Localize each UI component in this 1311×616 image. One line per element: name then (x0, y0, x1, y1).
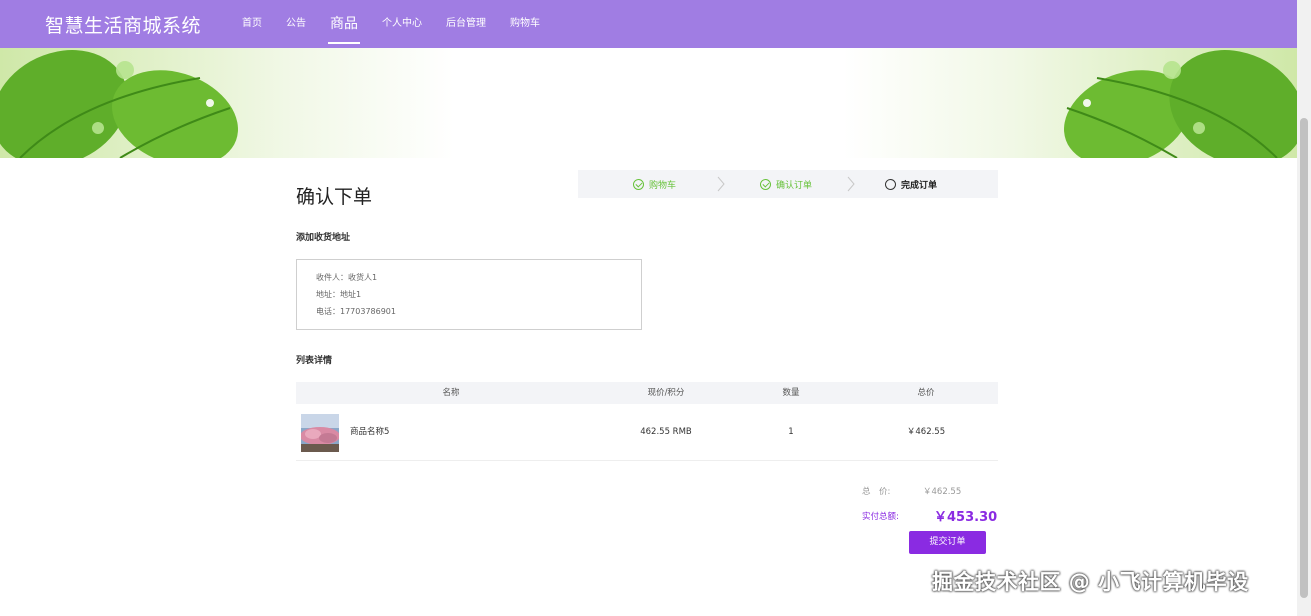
address-text: 地址：地址1 (316, 290, 362, 299)
order-items-table: 名称 现价/积分 数量 总价 商品名称5 462.55 RMB 1 ￥462.5… (296, 382, 998, 461)
product-total: ￥462.55 (906, 427, 946, 437)
address-card[interactable]: 收件人：收货人1 地址：地址1 电话：17703786901 (296, 259, 642, 330)
check-circle-icon (633, 179, 644, 190)
table-header: 名称 现价/积分 数量 总价 (296, 382, 998, 404)
main-nav: 首页 公告 商品 个人中心 后台管理 购物车 (230, 0, 552, 48)
col-price: 现价/积分 (647, 388, 685, 398)
nav-notice[interactable]: 公告 (286, 0, 306, 48)
leaf-decoration-right-icon (1064, 50, 1297, 158)
phone-text: 电话：17703786901 (316, 307, 396, 316)
total-value: ￥462.55 (923, 487, 962, 497)
pay-label: 实付总额: (862, 512, 899, 522)
page-scrollbar[interactable] (1297, 0, 1311, 616)
step-label: 购物车 (649, 181, 677, 191)
pay-value: ￥453.30 (934, 510, 998, 525)
check-circle-icon (760, 179, 771, 190)
watermark-text: 掘金技术社区 @ 小飞计算机毕设 (932, 570, 1249, 594)
nav-profile[interactable]: 个人中心 (382, 0, 422, 48)
step-cart: 购物车 (633, 178, 676, 191)
step-complete: 完成订单 (885, 178, 937, 191)
col-total: 总价 (917, 388, 935, 398)
nav-admin[interactable]: 后台管理 (446, 0, 486, 48)
list-section-label: 列表详情 (296, 356, 333, 366)
total-label: 总 价: (862, 487, 891, 497)
submit-order-button[interactable]: 提交订单 (909, 531, 986, 554)
nav-products[interactable]: 商品 (328, 0, 360, 48)
step-confirm: 确认订单 (760, 178, 812, 191)
product-thumbnail-icon[interactable] (301, 414, 339, 452)
step-label: 确认订单 (776, 181, 813, 191)
product-price: 462.55 RMB (640, 427, 692, 437)
top-nav-bar: 智慧生活商城系统 首页 公告 商品 个人中心 后台管理 购物车 (0, 0, 1297, 48)
site-brand[interactable]: 智慧生活商城系统 (45, 11, 201, 38)
leaf-decoration-left-icon (0, 50, 238, 158)
hero-banner (0, 48, 1297, 158)
nav-home[interactable]: 首页 (242, 0, 262, 48)
order-steps: 购物车 确认订单 完成订单 (578, 170, 998, 198)
chevron-right-icon (847, 176, 855, 192)
page-title: 确认下单 (296, 186, 373, 208)
address-section-label: 添加收货地址 (296, 233, 351, 243)
nav-cart[interactable]: 购物车 (510, 0, 540, 48)
col-qty: 数量 (782, 388, 800, 398)
step-label: 完成订单 (901, 181, 938, 191)
table-row: 商品名称5 462.55 RMB 1 ￥462.55 (296, 404, 998, 461)
col-name: 名称 (442, 388, 460, 398)
product-qty: 1 (788, 427, 794, 437)
scrollbar-thumb[interactable] (1300, 118, 1308, 598)
recipient-text: 收件人：收货人1 (316, 273, 378, 282)
product-name[interactable]: 商品名称5 (350, 404, 389, 461)
circle-icon (885, 179, 896, 190)
chevron-right-icon (717, 176, 725, 192)
